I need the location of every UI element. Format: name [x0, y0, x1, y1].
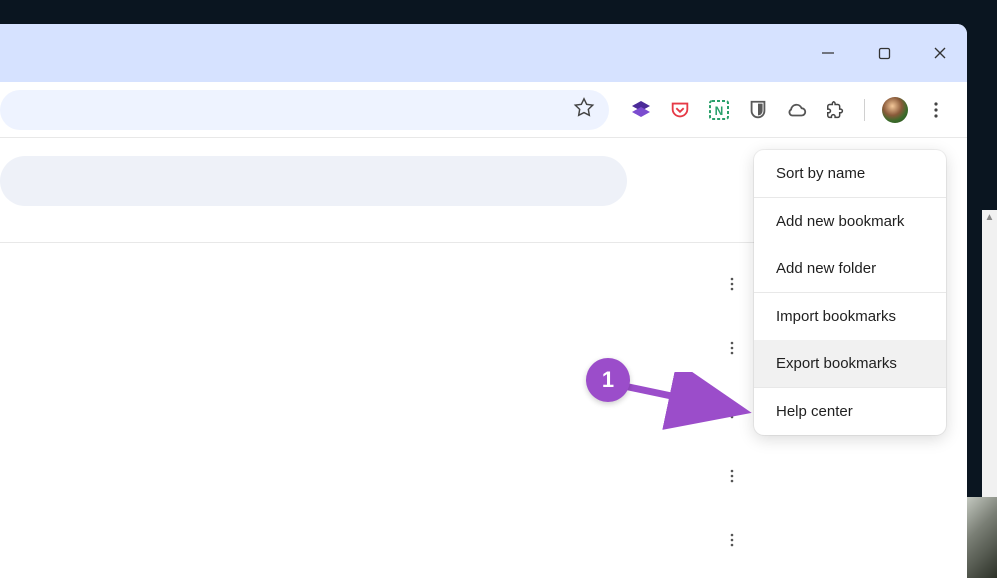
pocket-icon: [669, 99, 691, 121]
bookmark-rows-menu-column: [722, 274, 742, 550]
maximize-icon: [878, 47, 891, 60]
toolbar-separator: [864, 99, 865, 121]
menu-item-add-new-bookmark[interactable]: Add new bookmark: [754, 198, 946, 245]
chrome-menu-button[interactable]: [925, 99, 947, 121]
extension-layers-button[interactable]: [630, 99, 652, 121]
extension-notion-button[interactable]: N: [708, 99, 730, 121]
more-vertical-icon: [724, 404, 740, 420]
more-vertical-icon: [724, 468, 740, 484]
more-vertical-icon: [724, 532, 740, 548]
menu-item-add-new-folder[interactable]: Add new folder: [754, 245, 946, 292]
bookmarks-search-input[interactable]: [0, 156, 627, 206]
browser-toolbar: N: [0, 82, 967, 138]
cloud-icon: [786, 99, 808, 121]
menu-item-import-bookmarks[interactable]: Import bookmarks: [754, 293, 946, 340]
bitwarden-icon: [747, 99, 769, 121]
bookmark-star-button[interactable]: [573, 96, 595, 123]
content-divider: [0, 242, 760, 243]
star-icon: [573, 96, 595, 118]
address-bar[interactable]: [0, 90, 609, 130]
bookmark-row-menu-button[interactable]: [722, 402, 742, 422]
more-vertical-icon: [724, 340, 740, 356]
bookmark-row-menu-button[interactable]: [722, 274, 742, 294]
more-vertical-icon: [724, 276, 740, 292]
tab-strip: [0, 24, 967, 82]
bookmark-row-menu-button[interactable]: [722, 466, 742, 486]
more-vertical-icon: [927, 101, 945, 119]
notion-clipper-icon: N: [708, 99, 730, 121]
desktop-wallpaper-sliver: [967, 497, 997, 578]
layers-purple-icon: [630, 99, 652, 121]
extension-bitwarden-button[interactable]: [747, 99, 769, 121]
close-button[interactable]: [925, 38, 955, 68]
profile-avatar-button[interactable]: [882, 97, 908, 123]
menu-item-export-bookmarks[interactable]: Export bookmarks: [754, 340, 946, 387]
menu-item-sort-by-name[interactable]: Sort by name: [754, 150, 946, 197]
extensions-puzzle-icon: [825, 99, 847, 121]
menu-item-help-center[interactable]: Help center: [754, 388, 946, 435]
bookmarks-context-menu: Sort by name Add new bookmark Add new fo…: [754, 150, 946, 435]
minimize-button[interactable]: [813, 38, 843, 68]
close-icon: [933, 46, 947, 60]
scroll-up-button[interactable]: ▲: [982, 210, 997, 225]
bookmark-row-menu-button[interactable]: [722, 530, 742, 550]
svg-text:N: N: [715, 104, 724, 118]
maximize-button[interactable]: [869, 38, 899, 68]
extension-cloud-button[interactable]: [786, 99, 808, 121]
extensions-button[interactable]: [825, 99, 847, 121]
extension-pocket-button[interactable]: [669, 99, 691, 121]
bookmark-row-menu-button[interactable]: [722, 338, 742, 358]
minimize-icon: [821, 46, 835, 60]
annotation-step-badge: 1: [586, 358, 630, 402]
